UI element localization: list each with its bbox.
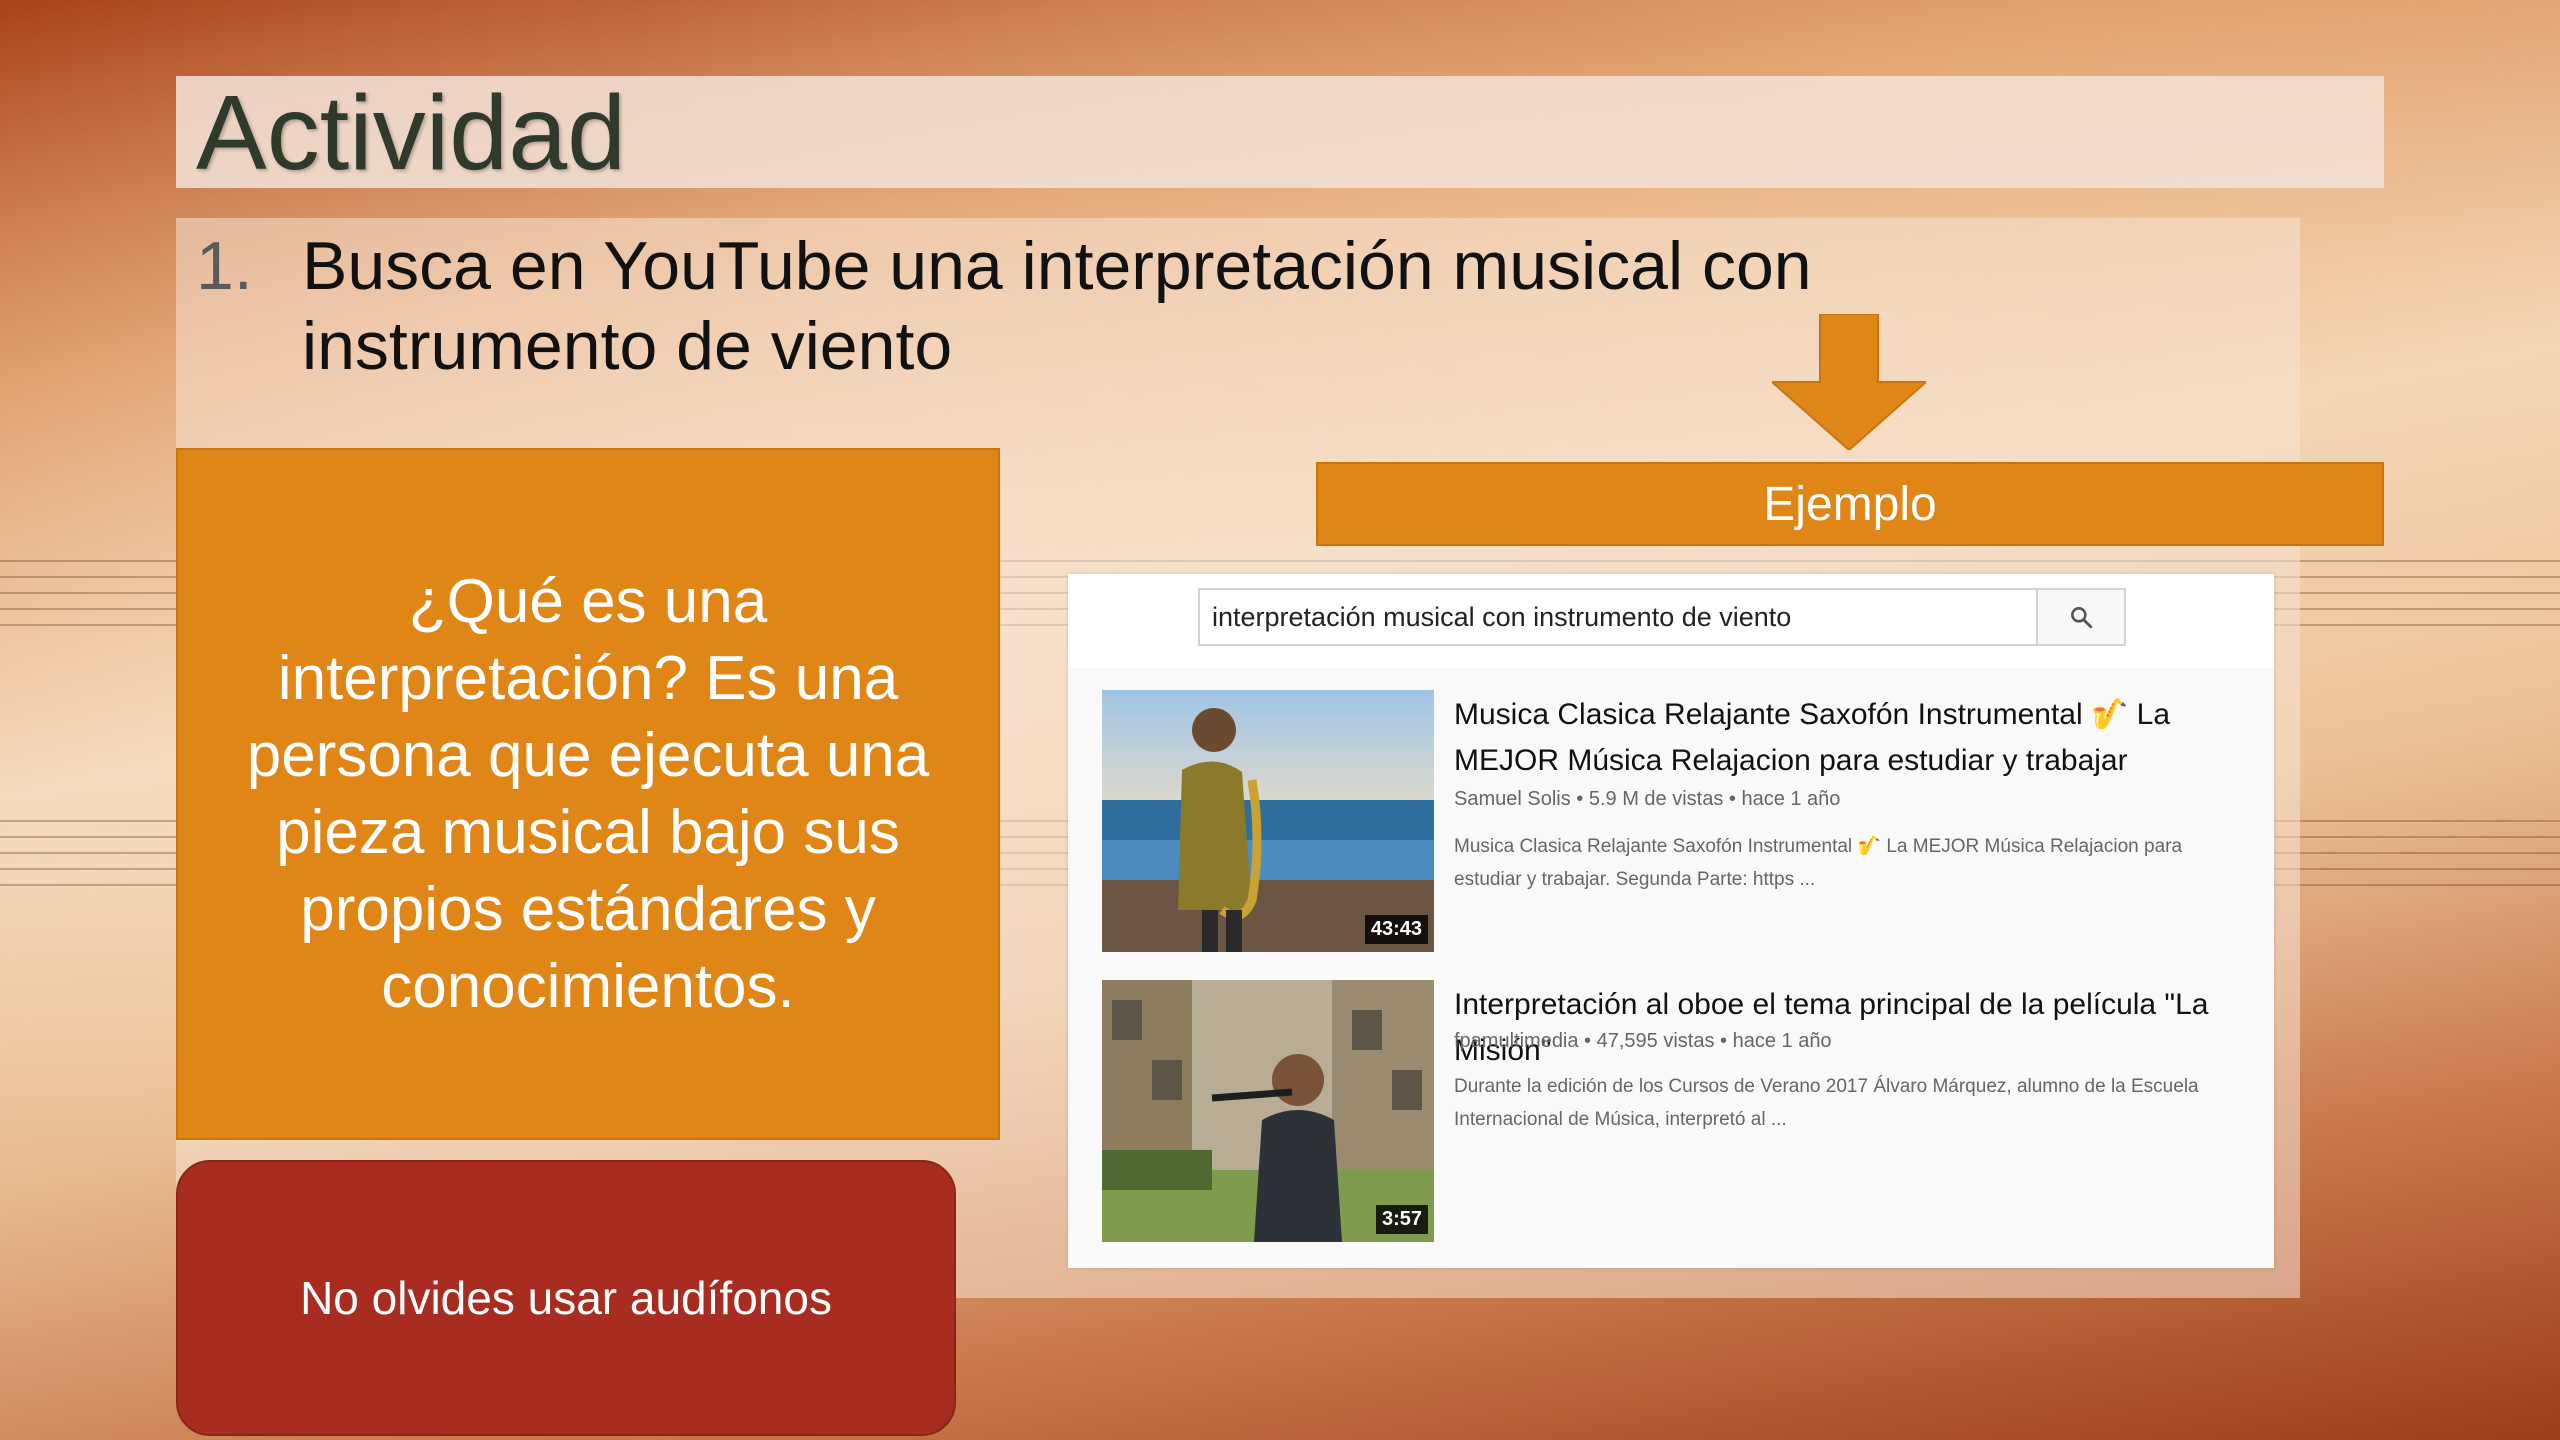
video-description: Durante la edición de los Cursos de Vera… [1454, 1076, 2199, 1130]
example-label: Ejemplo [1316, 462, 2384, 546]
video-title-link[interactable]: Musica Clasica Relajante Saxofón Instrum… [1454, 692, 2254, 784]
down-arrow-icon [1772, 314, 1926, 450]
video-thumbnail[interactable]: 43:43 [1102, 690, 1434, 952]
video-duration: 43:43 [1364, 915, 1428, 944]
search-input[interactable] [1198, 588, 2038, 646]
video-result[interactable]: 3:57 Interpretación al oboe el tema prin… [1102, 980, 2262, 1242]
definition-box: ¿Qué es una interpretación? Es una perso… [176, 448, 1000, 1140]
video-meta: Samuel Solis • 5.9 M de vistas • hace 1 … [1454, 788, 1841, 810]
saxophone-player-image [1102, 690, 1434, 952]
video-duration: 3:57 [1375, 1205, 1428, 1234]
youtube-screenshot: 43:43 Musica Clasica Relajante Saxofón I… [1068, 574, 2274, 1268]
reminder-box: No olvides usar audífonos [176, 1160, 956, 1436]
oboe-player-image [1102, 980, 1434, 1242]
reminder-text: No olvides usar audífonos [300, 1272, 832, 1324]
step-number: 1. [196, 228, 253, 304]
slide-title: Actividad [196, 74, 627, 192]
video-thumbnail[interactable]: 3:57 [1102, 980, 1434, 1242]
video-result[interactable]: 43:43 Musica Clasica Relajante Saxofón I… [1102, 690, 2262, 952]
definition-text: ¿Qué es una interpretación? Es una perso… [246, 567, 930, 1021]
video-meta: fpamultimedia • 47,595 vistas • hace 1 a… [1454, 1030, 1832, 1052]
video-description: Musica Clasica Relajante Saxofón Instrum… [1454, 836, 2183, 890]
search-button[interactable] [2038, 588, 2126, 646]
search-icon [2071, 607, 2093, 629]
youtube-header [1068, 574, 2274, 668]
video-title-link[interactable]: Interpretación al oboe el tema principal… [1454, 982, 2254, 1074]
